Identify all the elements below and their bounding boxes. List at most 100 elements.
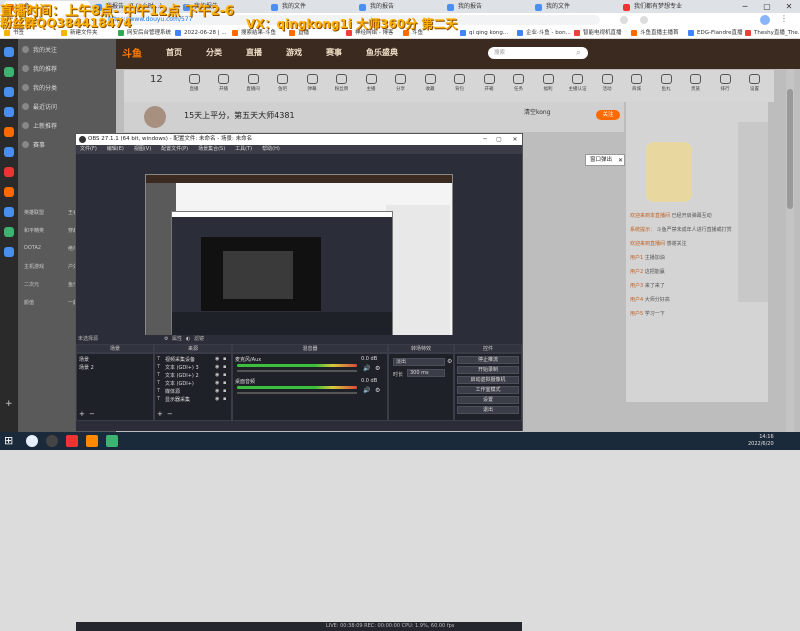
lock-icon[interactable]: ▪: [223, 372, 226, 378]
sidebar-item[interactable]: 赛事: [22, 140, 45, 149]
obs-menu-item[interactable]: 工具(T): [235, 146, 252, 152]
browser-tab[interactable]: 我的文件: [268, 1, 354, 13]
filters-icon[interactable]: ◐: [186, 335, 190, 344]
close-icon[interactable]: ✕: [508, 134, 522, 145]
bookmark-item[interactable]: qi qing kong...: [460, 29, 508, 37]
extension-icon[interactable]: [640, 16, 648, 24]
bookmark-item[interactable]: EDG-Flandre直播: [688, 29, 743, 37]
control-button[interactable]: 设置: [457, 396, 519, 404]
bookmark-item[interactable]: 企业·斗鱼 - bon...: [517, 29, 571, 37]
category-link[interactable]: 和平精英: [24, 227, 44, 234]
chat-user[interactable]: 用户3: [630, 283, 643, 289]
minimize-icon[interactable]: ─: [734, 0, 756, 13]
visibility-icon[interactable]: ◉: [215, 396, 219, 402]
app-icon[interactable]: [4, 147, 14, 157]
properties-icon[interactable]: ⚙: [164, 335, 168, 344]
mixer-settings-icon[interactable]: ⚙: [375, 387, 380, 394]
obs-menu-item[interactable]: 配置文件(P): [161, 146, 188, 152]
feature-icon-button[interactable]: 开箱: [475, 72, 503, 92]
remove-source-icon[interactable]: −: [167, 410, 173, 418]
chat-user[interactable]: 用户5: [630, 311, 643, 317]
obs-menu-item[interactable]: 场景集合(S): [198, 146, 225, 152]
page-scrollbar[interactable]: [786, 69, 794, 432]
category-link[interactable]: DOTA2: [24, 245, 41, 251]
browser-tab[interactable]: 我的文件: [532, 1, 618, 13]
feature-icon-button[interactable]: 设置: [741, 72, 769, 92]
lock-icon[interactable]: ▪: [223, 388, 226, 394]
feature-icon-button[interactable]: 鱼吧: [269, 72, 297, 92]
speaker-icon[interactable]: 🔊: [363, 365, 370, 372]
category-link[interactable]: 英雄联盟: [24, 209, 44, 216]
source-item[interactable]: T 文本 (GDI+) ◉ ▪: [157, 380, 226, 387]
app-icon[interactable]: [4, 207, 14, 217]
volume-slider-track[interactable]: [237, 370, 357, 372]
feature-icon-button[interactable]: 活动: [593, 72, 621, 92]
feature-icon-button[interactable]: 商城: [623, 72, 651, 92]
sidebar-item[interactable]: 我的关注: [22, 45, 57, 54]
maximize-icon[interactable]: ▢: [756, 0, 778, 13]
menu-icon[interactable]: ⋮: [780, 14, 788, 23]
nav-item[interactable]: 赛事: [326, 47, 342, 58]
popout-window-button[interactable]: 窗口弹出 ✕: [585, 154, 625, 166]
sidebar-item[interactable]: 我的推荐: [22, 64, 57, 73]
filters-button[interactable]: 滤镜: [194, 335, 204, 344]
obs-menu-item[interactable]: 视图(V): [134, 146, 151, 152]
nav-item[interactable]: 游戏: [286, 47, 302, 58]
app-icon[interactable]: [4, 187, 14, 197]
duration-input[interactable]: 300 ms: [407, 369, 445, 377]
control-button[interactable]: 退出: [457, 406, 519, 414]
feature-icon-button[interactable]: 主播: [357, 72, 385, 92]
scene-item[interactable]: 场景 2: [79, 364, 94, 371]
sidebar-item[interactable]: 我的分类: [22, 83, 57, 92]
lock-icon[interactable]: ▪: [223, 396, 226, 402]
visibility-icon[interactable]: ◉: [215, 356, 219, 362]
chat-user[interactable]: 用户4: [630, 297, 643, 303]
app-icon[interactable]: [4, 87, 14, 97]
add-source-icon[interactable]: +: [157, 410, 163, 418]
category-link[interactable]: 二次元: [24, 281, 39, 288]
sidebar-item[interactable]: 最近访问: [22, 102, 57, 111]
nav-item[interactable]: 分类: [206, 47, 222, 58]
source-item[interactable]: T 媒体源 ◉ ▪: [157, 388, 226, 395]
source-item[interactable]: T 文本 (GDI+) 2 ◉ ▪: [157, 372, 226, 379]
lock-icon[interactable]: ▪: [223, 364, 226, 370]
control-button[interactable]: 工作室模式: [457, 386, 519, 394]
windows-start-icon[interactable]: ⊞: [4, 435, 13, 446]
feature-icon-button[interactable]: 主播认证: [564, 72, 592, 92]
bookmark-item[interactable]: 智能电视机直播: [574, 29, 622, 37]
source-item[interactable]: T 显示器采集 ◉ ▪: [157, 396, 226, 403]
feature-icon-button[interactable]: 分享: [387, 72, 415, 92]
nav-item[interactable]: 直播: [246, 47, 262, 58]
obs-taskbar-icon[interactable]: [46, 435, 58, 447]
scene-item[interactable]: 场景: [79, 356, 89, 363]
app-icon[interactable]: [4, 67, 14, 77]
volume-slider-track[interactable]: [237, 392, 357, 394]
search-icon[interactable]: ⌕: [576, 48, 580, 58]
mixer-settings-icon[interactable]: ⚙: [375, 365, 380, 372]
avatar[interactable]: [144, 106, 166, 128]
follow-button[interactable]: 关注: [596, 110, 620, 120]
obs-menu-item[interactable]: 编辑(E): [107, 146, 124, 152]
chat-user[interactable]: 用户1: [630, 255, 643, 261]
category-link[interactable]: 颜值: [24, 299, 34, 306]
control-button[interactable]: 开始录制: [457, 366, 519, 374]
obs-menu-item[interactable]: 文件(F): [80, 146, 97, 152]
feature-icon-button[interactable]: 直播: [180, 72, 208, 92]
feature-icon-button[interactable]: 粉丝牌: [328, 72, 356, 92]
extension-icon[interactable]: [620, 16, 628, 24]
chat-user[interactable]: 用户2: [630, 269, 643, 275]
browser-tab[interactable]: 我的报告: [356, 1, 442, 13]
lock-icon[interactable]: ▪: [223, 380, 226, 386]
feature-icon-button[interactable]: 直播间: [239, 72, 267, 92]
app-taskbar-icon[interactable]: [86, 435, 98, 447]
search-icon[interactable]: [26, 435, 38, 447]
nav-item[interactable]: 鱼乐盛典: [366, 47, 398, 58]
close-icon[interactable]: ✕: [778, 0, 800, 13]
add-icon[interactable]: +: [5, 399, 13, 409]
category-link[interactable]: 主机游戏: [24, 263, 44, 270]
transition-select[interactable]: 淡出: [393, 358, 445, 366]
bookmark-item[interactable]: Theshy直播_The...: [745, 29, 800, 37]
app-icon[interactable]: [4, 47, 14, 57]
feature-icon-button[interactable]: 背包: [446, 72, 474, 92]
scrollbar-thumb[interactable]: [787, 89, 793, 209]
